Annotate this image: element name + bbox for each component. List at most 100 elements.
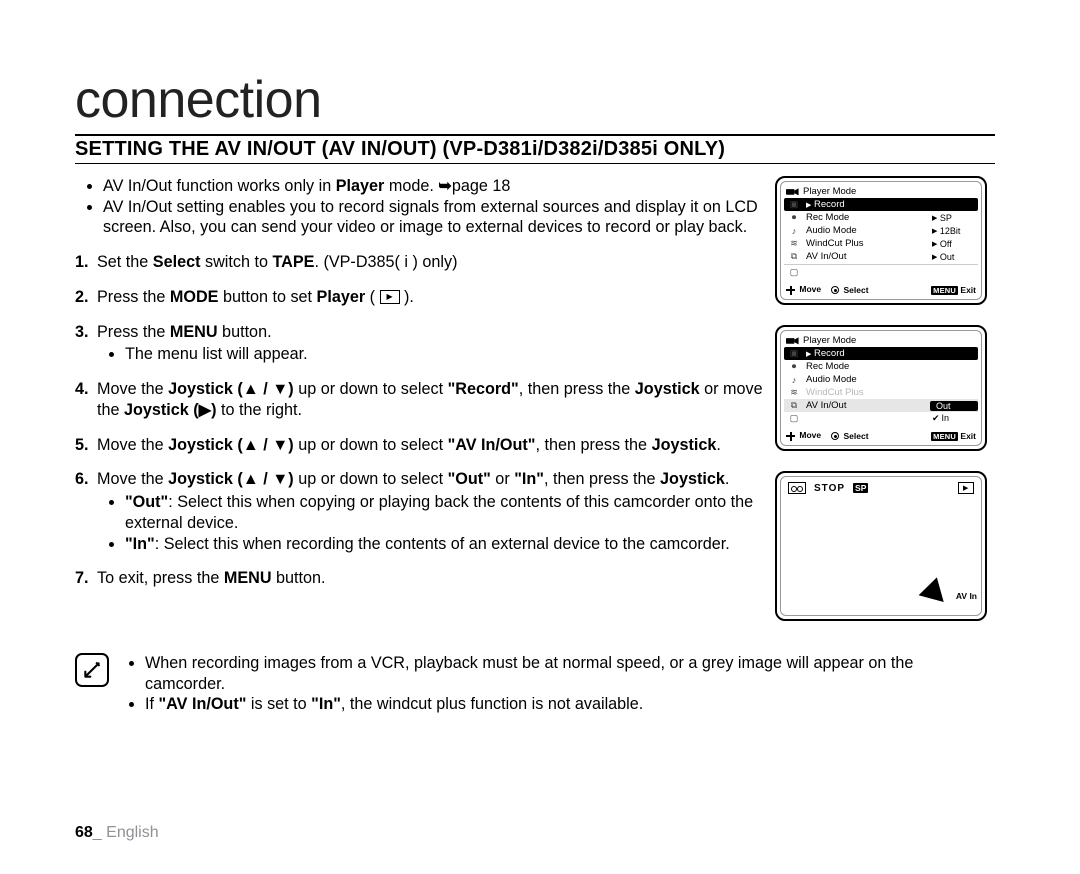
text-bold: Joystick (▲ / ▼): [168, 436, 294, 454]
step: 7. To exit, press the MENU button.: [75, 568, 765, 589]
rec-icon: ⏺: [784, 212, 804, 223]
text: to the right.: [217, 401, 302, 419]
text: .: [725, 470, 730, 488]
joystick-icon: [786, 286, 795, 295]
osd-row: ⏺ Rec Mode ▶ SP: [784, 211, 978, 224]
osd-row-disabled: ≋ WindCut Plus: [784, 386, 978, 399]
page-title: connection: [75, 70, 1010, 130]
wind-icon: ≋: [784, 238, 804, 249]
text: AV In/Out function works only in: [103, 177, 336, 195]
osd-row-value: SP: [940, 213, 952, 223]
audio-icon: ♪: [784, 226, 804, 236]
osd-row-label: Record: [814, 348, 845, 359]
osd-panel-record-menu: Player Mode ▣ ▶ Record ⏺ Rec Mode ▶ SP ♪: [775, 176, 987, 305]
section-heading: SETTING THE AV IN/OUT (AV IN/OUT) (VP-D3…: [75, 138, 1010, 161]
menu-badge: MENU: [931, 432, 958, 441]
osd-footer: Move Select MENU Exit: [784, 284, 978, 295]
intro-list: AV In/Out function works only in Player …: [75, 176, 765, 238]
text-bold: Select: [153, 253, 201, 271]
text: (: [365, 288, 379, 306]
text: button to set: [218, 288, 316, 306]
page-ref-arrow-icon: ➥: [438, 177, 452, 195]
osd-row-selected: ⧉ AV In/Out Out: [784, 399, 978, 412]
text: up or down to select: [294, 380, 448, 398]
step: 6. Move the Joystick (▲ / ▼) up or down …: [75, 469, 765, 554]
value-arrow-icon: ▶: [932, 240, 937, 248]
note-item: When recording images from a VCR, playba…: [145, 653, 995, 694]
wind-icon: ≋: [784, 387, 804, 398]
step: 1. Set the Select switch to TAPE. (VP-D3…: [75, 252, 765, 273]
step: 3. Press the MENU button. The menu list …: [75, 322, 765, 365]
text: up or down to select: [294, 470, 448, 488]
text: Move the: [97, 380, 168, 398]
text: Press the: [97, 288, 170, 306]
text-bold: "Record": [448, 380, 519, 398]
osd-header: Player Mode: [784, 185, 978, 198]
osd-title: Player Mode: [803, 335, 856, 346]
osd-row-arrow-icon: ▶: [806, 351, 811, 358]
osd-row-label: Audio Mode: [804, 225, 930, 236]
step: 5. Move the Joystick (▲ / ▼) up or down …: [75, 435, 765, 456]
osd-row-label: Rec Mode: [804, 361, 930, 372]
text: , then press the: [535, 436, 651, 454]
text: Press the: [97, 323, 170, 341]
value-arrow-icon: ▶: [932, 227, 937, 235]
text: , then press the: [519, 380, 635, 398]
tape-icon: [788, 482, 806, 494]
player-mode-icon: [380, 290, 400, 304]
value-arrow-icon: ▶: [932, 253, 937, 261]
osd-row: ♪ Audio Mode ▶ 12Bit: [784, 224, 978, 237]
osd-row-label: AV In/Out: [804, 251, 930, 262]
osd-footer-exit: Exit: [960, 431, 976, 441]
text-bold: Joystick (▲ / ▼): [168, 470, 294, 488]
osd-row: ♪ Audio Mode: [784, 373, 978, 386]
page-number: 68: [75, 824, 93, 841]
text-bold: MODE: [170, 288, 219, 306]
text: : Select this when copying or playing ba…: [125, 493, 753, 532]
osd-title: Player Mode: [803, 186, 856, 197]
step-sublist: The menu list will appear.: [97, 344, 765, 365]
osd-footer-move: Move: [799, 284, 821, 294]
osd-row: ≋ WindCut Plus ▶ Off: [784, 237, 978, 250]
text-bold: "Out": [448, 470, 491, 488]
text: button.: [272, 569, 326, 587]
osd-footer-select: Select: [843, 431, 868, 441]
step-number: 4.: [75, 379, 97, 420]
text-bold: Joystick (▶): [124, 401, 217, 419]
osd-row-arrow-icon: ▶: [806, 202, 811, 209]
text-bold: Joystick (▲ / ▼): [168, 380, 294, 398]
rule-under-heading: [75, 163, 995, 164]
osd-row-label: Record: [814, 199, 845, 210]
text: If: [145, 695, 159, 713]
osd-column: Player Mode ▣ ▶ Record ⏺ Rec Mode ▶ SP ♪: [775, 176, 1005, 641]
av-icon: ⧉: [784, 400, 804, 411]
text-bold: "Out": [125, 493, 168, 511]
value-arrow-icon: ▶: [932, 214, 937, 222]
text-bold: MENU: [170, 323, 218, 341]
text-bold: TAPE: [272, 253, 314, 271]
text-bold: "AV In/Out": [159, 695, 247, 713]
body-column: AV In/Out function works only in Player …: [75, 176, 765, 641]
step-number: 1.: [75, 252, 97, 273]
text: : Select this when recording the content…: [155, 535, 730, 553]
av-in-arrow-icon: [919, 574, 950, 602]
osd-row: ⧉ AV In/Out ▶ Out: [784, 250, 978, 263]
manual-page: connection SETTING THE AV IN/OUT (AV IN/…: [0, 0, 1080, 874]
osd-footer: Move Select MENU Exit: [784, 430, 978, 441]
text: Set the: [97, 253, 153, 271]
text-bold: "In": [514, 470, 544, 488]
osd-status-bar: STOP SP: [784, 480, 978, 494]
tape-icon: ▣: [784, 199, 804, 210]
footer-separator: _: [93, 824, 106, 841]
note-item: If "AV In/Out" is set to "In", the windc…: [145, 694, 995, 715]
step-number: 2.: [75, 287, 97, 308]
text-bold: "In": [125, 535, 155, 553]
text-bold: Player: [336, 177, 385, 195]
text-bold: Joystick: [652, 436, 717, 454]
osd-row-label: Audio Mode: [804, 374, 930, 385]
text-bold: MENU: [224, 569, 272, 587]
text: , the windcut plus function is not avail…: [341, 695, 643, 713]
select-dot-icon: [831, 432, 839, 440]
rule-top: [75, 134, 995, 136]
note-list: When recording images from a VCR, playba…: [127, 653, 995, 715]
